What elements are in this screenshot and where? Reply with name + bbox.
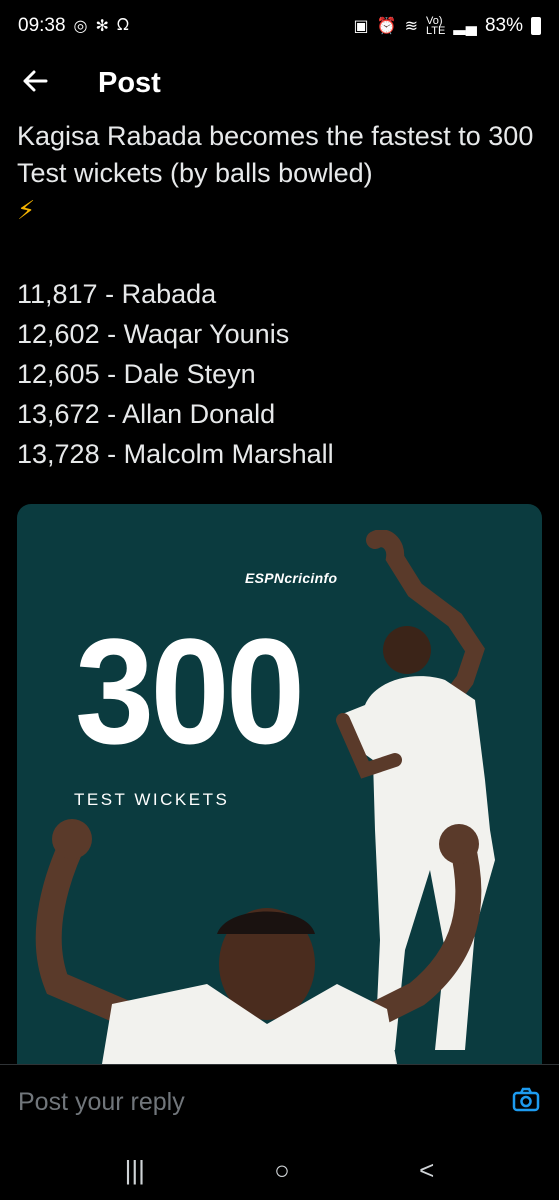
camera-icon[interactable] <box>511 1085 541 1120</box>
stats-list: 11,817 - Rabada 12,602 - Waqar Younis 12… <box>17 274 541 474</box>
page-title: Post <box>98 66 161 99</box>
signal-icon: ▂▄ <box>453 18 477 35</box>
ribbon-icon: ᘯ <box>116 17 130 34</box>
list-item: 13,672 - Allan Donald <box>17 399 276 429</box>
system-nav-bar: ||| ○ < <box>0 1140 559 1200</box>
lightning-emoji: ⚡ <box>17 195 36 225</box>
app-bar: Post <box>0 52 559 114</box>
recents-icon[interactable]: ||| <box>125 1155 145 1186</box>
volte-icon: Vo) LTE <box>425 15 446 37</box>
status-right: ▣ ⏰ ≋ Vo) LTE ▂▄ 83% <box>354 15 541 37</box>
reply-input[interactable] <box>18 1088 438 1117</box>
clock: 09:38 <box>18 15 66 36</box>
list-item: 11,817 - Rabada <box>17 279 217 309</box>
wifi-icon: ≋ <box>404 18 418 35</box>
list-item: 12,605 - Dale Steyn <box>17 359 256 389</box>
post-headline: Kagisa Rabada becomes the fastest to 300… <box>17 121 534 188</box>
post-body: Kagisa Rabada becomes the fastest to 300… <box>17 118 541 474</box>
list-item: 13,728 - Malcolm Marshall <box>17 439 334 469</box>
post-image[interactable]: ESPNcricinfo 300 TEST WICKETS <box>17 504 542 1064</box>
wicket-count: 300 <box>75 607 305 775</box>
back-icon[interactable]: < <box>419 1155 434 1186</box>
list-item: 12,602 - Waqar Younis <box>17 319 290 349</box>
battery-icon <box>531 17 541 35</box>
celebrating-figure <box>35 819 482 1064</box>
reply-bar <box>0 1064 559 1140</box>
caption: TEST WICKETS <box>74 790 230 809</box>
status-bar: 09:38 ◎ ✻ ᘯ ▣ ⏰ ≋ Vo) LTE ▂▄ 83% <box>0 0 559 52</box>
whatsapp-icon: ◎ <box>73 18 88 35</box>
battery-level: 83% <box>484 15 523 36</box>
flower-icon: ✻ <box>95 18 109 35</box>
status-left: 09:38 ◎ ✻ ᘯ <box>18 15 129 37</box>
screen-lock-icon: ▣ <box>353 18 369 35</box>
home-icon[interactable]: ○ <box>274 1155 290 1186</box>
espncricinfo-logo: ESPNcricinfo <box>245 570 338 586</box>
alarm-icon: ⏰ <box>376 18 397 35</box>
arrow-left-icon[interactable] <box>22 66 78 100</box>
